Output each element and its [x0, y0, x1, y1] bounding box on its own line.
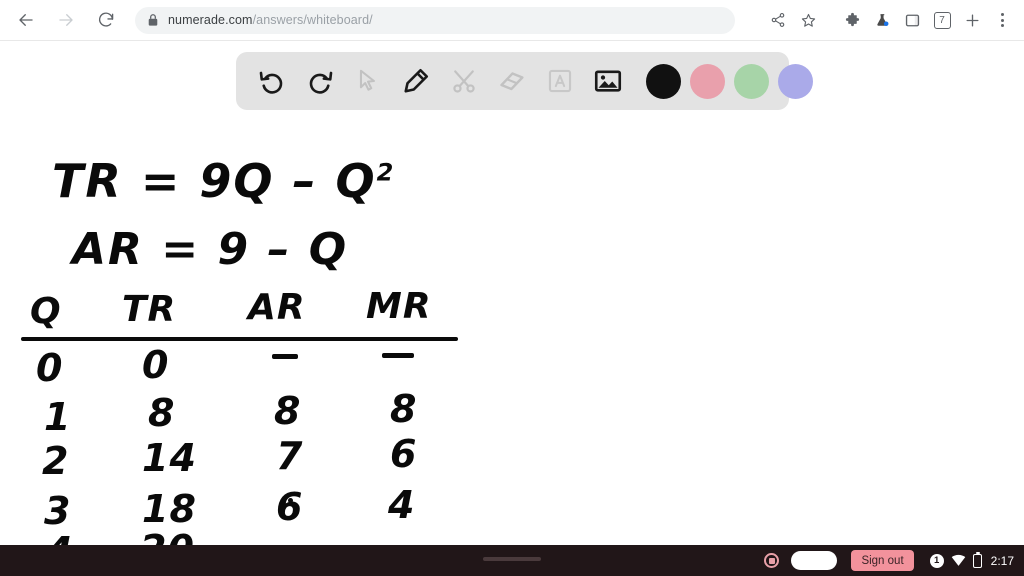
cell-tr-2: 14 — [142, 436, 197, 480]
shapes-tool[interactable] — [442, 59, 486, 103]
text-tool[interactable] — [538, 59, 582, 103]
battery-icon — [972, 551, 982, 568]
share-icon[interactable] — [764, 6, 792, 34]
browser-action-icons: 7 — [762, 6, 1024, 34]
chrome-menu-kebab-icon[interactable] — [988, 6, 1016, 34]
sign-out-button[interactable]: Sign out — [851, 550, 914, 571]
shelf-status-area: Sign out 1 2:17 — [764, 545, 1024, 576]
reload-icon — [99, 12, 114, 27]
star-icon-glyph — [801, 13, 815, 27]
cell-ar-1: 8 — [274, 389, 302, 433]
cell-ar-4-pen-dot — [288, 498, 293, 503]
image-icon — [594, 70, 622, 92]
undo-button[interactable] — [250, 59, 294, 103]
redo-icon — [309, 71, 333, 94]
share-icon-glyph — [771, 13, 785, 27]
whiteboard-canvas[interactable]: TR = 9Q – Q2 AR = 9 – Q Q TR AR MR 0 0 1… — [0, 41, 1024, 573]
shelf-drag-handle[interactable] — [483, 557, 541, 561]
color-swatch-black[interactable] — [646, 63, 681, 99]
eraser-tool[interactable] — [490, 59, 534, 103]
undo-icon — [259, 71, 283, 94]
eraser-icon — [500, 72, 524, 91]
cell-q-3: 3 — [44, 489, 72, 533]
cell-q-1: 1 — [44, 395, 72, 439]
clock-time: 2:17 — [990, 553, 1014, 568]
select-cursor-tool[interactable] — [346, 59, 390, 103]
window-pill-indicator[interactable] — [791, 551, 838, 570]
kebab-dots — [1000, 13, 1004, 27]
panel-icon-glyph — [905, 14, 919, 26]
lab-flask-icon[interactable] — [868, 6, 896, 34]
cell-tr-0: 0 — [142, 343, 170, 387]
cell-mr-0-dash — [382, 353, 414, 358]
pencil-icon — [404, 68, 429, 93]
chromebook-screen: numerade.com/answers/whiteboard/ 7 TR = … — [0, 0, 1024, 576]
image-tool[interactable] — [586, 59, 630, 103]
cursor-arrow-icon — [359, 69, 375, 91]
side-panel-icon[interactable] — [898, 6, 926, 34]
bookmark-star-icon[interactable] — [794, 6, 822, 34]
puzzle-icon-glyph — [845, 12, 859, 26]
back-button[interactable] — [11, 5, 41, 35]
color-swatch-green[interactable] — [734, 63, 769, 99]
arrow-left-icon — [19, 14, 33, 26]
url-domain: numerade.com — [168, 13, 253, 27]
cell-q-0: 0 — [36, 346, 64, 390]
system-shelf: Sign out 1 2:17 — [0, 545, 1024, 576]
cell-tr-1: 8 — [148, 391, 176, 435]
text-a-icon — [548, 69, 572, 93]
table-header-rule — [21, 337, 458, 341]
table-header-tr: TR — [122, 289, 177, 330]
address-bar[interactable]: numerade.com/answers/whiteboard/ — [135, 6, 735, 34]
tools-scissors-icon — [453, 70, 475, 93]
cell-tr-3: 18 — [142, 487, 197, 531]
status-tray[interactable]: 1 2:17 — [929, 551, 1014, 568]
color-swatch-purple[interactable] — [778, 63, 813, 99]
extensions-puzzle-icon[interactable] — [838, 6, 866, 34]
redo-button[interactable] — [298, 59, 342, 103]
whiteboard-toolbar — [236, 52, 813, 110]
screen-record-stop-icon[interactable] — [764, 553, 780, 568]
tab-count-value: 7 — [933, 11, 951, 29]
reload-button[interactable] — [91, 5, 121, 35]
forward-button[interactable] — [51, 5, 81, 35]
arrow-right-icon — [59, 14, 73, 26]
revenue-table: Q TR AR MR 0 0 1 8 8 8 2 14 7 6 3 18 6 4 — [0, 41, 1024, 573]
cell-ar-2: 7 — [276, 434, 304, 478]
browser-toolbar: numerade.com/answers/whiteboard/ 7 — [0, 0, 1024, 41]
url-path: /answers/whiteboard/ — [252, 13, 373, 27]
cell-q-2: 2 — [42, 439, 70, 483]
url-text: numerade.com/answers/whiteboard/ — [168, 13, 373, 27]
plus-icon-glyph — [966, 14, 978, 26]
cell-mr-2: 6 — [390, 432, 418, 476]
pencil-tool[interactable] — [394, 59, 438, 103]
lock-icon — [148, 14, 158, 26]
cell-mr-3: 4 — [388, 483, 416, 527]
tab-count-icon[interactable]: 7 — [928, 6, 956, 34]
flask-icon-glyph — [876, 13, 888, 26]
color-swatch-pink[interactable] — [690, 63, 725, 99]
new-tab-plus-icon[interactable] — [958, 6, 986, 34]
table-header-mr: MR — [366, 286, 432, 327]
table-header-q: Q — [30, 291, 62, 332]
notification-count-badge: 1 — [929, 553, 944, 568]
table-header-ar: AR — [248, 287, 306, 328]
wifi-icon — [951, 554, 965, 566]
cell-ar-0-dash — [272, 354, 298, 359]
cell-mr-1: 8 — [390, 387, 418, 431]
cell-ar-3: 6 — [276, 485, 304, 529]
